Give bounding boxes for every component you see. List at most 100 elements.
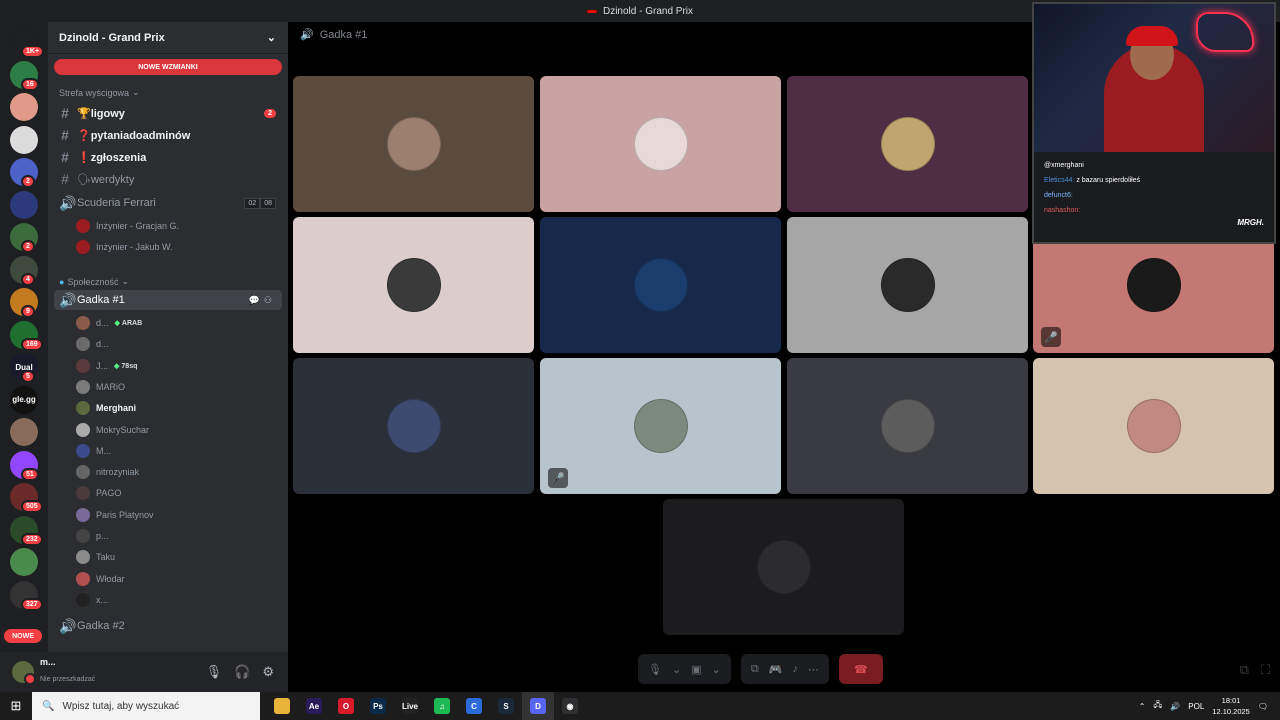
notifications-icon[interactable]: 🗨	[1258, 702, 1268, 711]
voice-member[interactable]: Inżynier - Jakub W.	[76, 237, 173, 257]
new-servers-badge[interactable]: NOWE	[4, 629, 42, 643]
chat-icon[interactable]: 💬	[249, 295, 260, 306]
unread-badge: 327	[21, 597, 43, 611]
text-channel[interactable]: # 🗣werdykty	[54, 169, 282, 189]
opera-icon[interactable]: O	[330, 692, 362, 720]
microphone-icon[interactable]: 🎙	[206, 664, 223, 680]
photoshop-icon[interactable]: Ps	[362, 692, 394, 720]
chat-user: nashashon:	[1044, 207, 1081, 214]
avatar	[76, 422, 90, 437]
invite-icon[interactable]: ⚇	[264, 295, 272, 306]
channel-label: Scuderia Ferrari	[77, 197, 156, 209]
webcam-feed	[1034, 4, 1274, 152]
headphones-icon[interactable]: 🎧	[234, 664, 250, 680]
participant-tile[interactable]	[787, 217, 1028, 353]
speaker-icon: 🔊	[59, 291, 77, 308]
server-icon[interactable]	[10, 418, 38, 446]
obs-icon[interactable]: ◉	[554, 692, 586, 720]
voice-member[interactable]: x...	[76, 590, 108, 610]
gear-icon[interactable]: ⚙	[262, 664, 274, 680]
voice-member[interactable]: d...	[76, 334, 109, 354]
voice-member[interactable]: M...	[76, 441, 111, 461]
text-channel[interactable]: # ❗zgłoszenia	[54, 147, 282, 167]
text-channel[interactable]: # 🏆ligowy 2	[54, 103, 282, 123]
participant-tile[interactable]	[787, 358, 1028, 494]
category-racing[interactable]: Strefa wyścigowa ⌄	[59, 87, 140, 98]
voice-member[interactable]: Taku	[76, 547, 115, 567]
speaker-icon: 🔊	[300, 29, 314, 41]
user-status: Nie przeszkadzać	[40, 676, 96, 684]
file-explorer-icon[interactable]	[266, 692, 298, 720]
server-icon[interactable]	[10, 125, 38, 154]
voice-member[interactable]: J... ◆ 78sq	[76, 356, 137, 376]
voice-channel-gadka-2[interactable]: 🔊 Gadka #2	[54, 616, 282, 636]
live-icon[interactable]: Live	[394, 692, 426, 720]
steam-icon[interactable]: S	[490, 692, 522, 720]
chat-message: defunct6:	[1044, 188, 1264, 203]
voice-member[interactable]: Merghani	[76, 398, 136, 418]
participant-tile[interactable]	[787, 76, 1028, 212]
voice-member[interactable]: PAGO	[76, 483, 121, 503]
channel-label: Gadka #1	[77, 294, 125, 306]
after-effects-icon[interactable]: Ae	[298, 692, 330, 720]
avatar	[76, 486, 90, 501]
participant-tile[interactable]	[540, 76, 781, 212]
server-icon[interactable]	[10, 548, 38, 576]
participant-tile[interactable]	[293, 217, 534, 353]
mic-toggle[interactable]: 🎙 ⌄ ▣ ⌄	[638, 654, 731, 684]
voice-count-current: 02	[244, 197, 261, 209]
participant-tile[interactable]: 🎤	[540, 358, 781, 494]
voice-member[interactable]: nitrozyniak	[76, 462, 139, 482]
fullscreen-icon[interactable]: ⛶	[1261, 662, 1270, 678]
chat-user: defunct6:	[1044, 192, 1073, 199]
spotify-icon[interactable]: ♫	[426, 692, 458, 720]
participant-tile[interactable]	[540, 217, 781, 353]
chevron-up-icon[interactable]: ⌃	[1139, 702, 1146, 711]
hang-up-icon: ☎	[854, 663, 868, 676]
voice-member[interactable]: Paris Platynov	[76, 505, 154, 525]
avatar[interactable]	[12, 661, 36, 685]
voice-member[interactable]: p...	[76, 526, 109, 546]
language-indicator[interactable]: POL	[1188, 702, 1204, 711]
voice-member[interactable]: Włodar	[76, 569, 125, 589]
voice-channel-title: Gadka #1	[319, 28, 368, 41]
member-name: Inżynier - Gracjan G.	[96, 221, 180, 231]
activities-group[interactable]: ⧉ 🎮 ♪ ⋯	[740, 654, 829, 684]
member-tag: ◆ ARAB	[115, 319, 143, 327]
ccleaner-icon[interactable]: C	[458, 692, 490, 720]
avatar	[76, 240, 90, 254]
voice-channel-scuderia-ferrari[interactable]: 🔊 Scuderia Ferrari 02 08	[54, 193, 282, 213]
hash-icon: #	[61, 105, 69, 121]
voice-member[interactable]: d... ◆ ARAB	[76, 313, 142, 333]
server-icon[interactable]: gle.gg	[10, 385, 38, 414]
text-channel[interactable]: # ❓pytaniadoadminów	[54, 125, 282, 145]
clock[interactable]: 18:01 12.10.2025	[1212, 695, 1250, 717]
participant-tile[interactable]	[1033, 358, 1274, 494]
voice-member[interactable]: Inżynier - Gracjan G.	[76, 216, 179, 236]
server-icon[interactable]	[10, 190, 38, 219]
user-controls: 🎙 🎧 ⚙	[206, 664, 274, 680]
participant-tile[interactable]	[293, 76, 534, 212]
disconnect-button[interactable]: ☎	[838, 654, 883, 684]
taskbar-search[interactable]: 🔍 Wpisz tutaj, aby wyszukać	[32, 692, 260, 720]
windows-start-icon[interactable]: ⊞	[0, 692, 32, 720]
unread-badge: 4	[21, 272, 35, 286]
new-mentions-banner[interactable]: NOWE WZMIANKI	[54, 59, 282, 75]
avatar	[76, 219, 90, 233]
voice-channel-gadka-1[interactable]: 🔊 Gadka #1 💬 ⚇	[54, 290, 282, 310]
category-community[interactable]: ● Społeczność ⌄	[59, 276, 129, 287]
popout-icon[interactable]: ⧉	[1240, 662, 1249, 678]
username: m...	[40, 657, 56, 668]
participant-tile[interactable]	[663, 499, 904, 635]
windows-taskbar: ⊞ 🔍 Wpisz tutaj, aby wyszukać Ae O Ps Live ♫…	[0, 692, 1280, 720]
server-icon[interactable]	[10, 93, 38, 121]
avatar	[76, 443, 90, 458]
discord-icon[interactable]: D	[522, 692, 554, 720]
volume-icon[interactable]: 🔊	[1170, 702, 1180, 711]
participant-tile[interactable]	[293, 358, 534, 494]
network-icon[interactable]: 🖧	[1153, 699, 1162, 713]
server-header[interactable]: Dzinold - Grand Prix ⌄	[48, 22, 288, 54]
voice-member[interactable]: MARiO	[76, 377, 125, 397]
stream-overlay: @xmerghani Eletics44: z bazaru spierdoli…	[1032, 2, 1276, 244]
voice-member[interactable]: MokrySuchar	[76, 420, 149, 440]
